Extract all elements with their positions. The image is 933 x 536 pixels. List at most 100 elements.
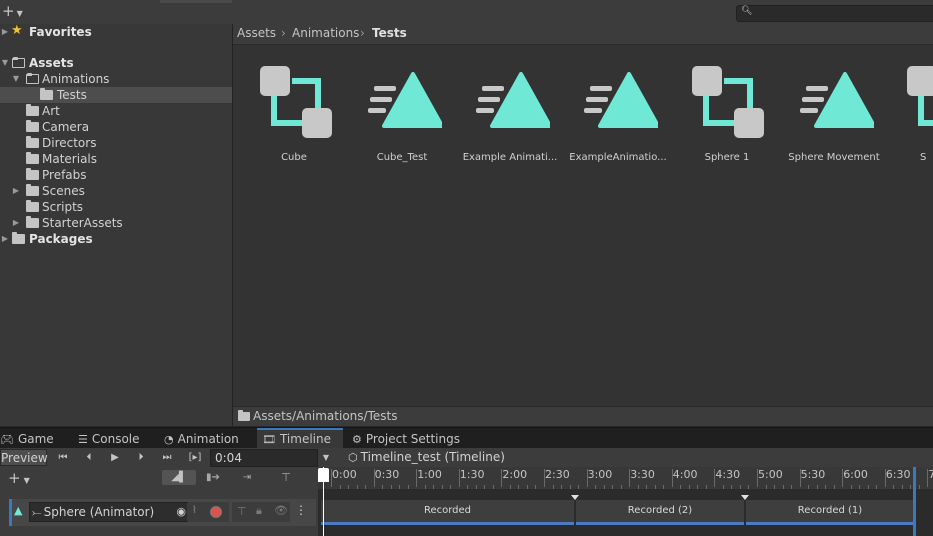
pin-icon[interactable]: ⊤ <box>276 470 296 485</box>
asset-label: Sphere Movement <box>788 152 880 163</box>
expand-arrow-icon[interactable]: ▶ <box>11 183 21 199</box>
ruler-tick-label: 1:30 <box>459 468 485 481</box>
ruler-tick-label: 6:30 <box>885 468 911 481</box>
tab-game[interactable]: 🎮︎ Game <box>0 428 72 449</box>
next-frame-icon[interactable]: ⏵ <box>131 449 151 466</box>
insert-icon[interactable]: ⇥ <box>236 470 258 485</box>
package-icon: ⬡ <box>348 451 358 464</box>
animator-controller-icon <box>260 66 332 138</box>
ruler-tick-label: 2:30 <box>545 468 570 481</box>
pin-icon[interactable]: ⊤ <box>237 505 247 518</box>
previous-frame-icon[interactable]: ⏴ <box>79 449 99 466</box>
ripple-icon[interactable]: ▮➔ <box>202 470 224 485</box>
asset-tile[interactable]: Example Animati... <box>456 58 564 168</box>
curves-icon[interactable]: ⌇ <box>192 505 197 516</box>
object-picker-icon[interactable]: ◉ <box>176 503 186 521</box>
search-input[interactable]: 🔍︎ <box>736 5 933 22</box>
tree-item-camera[interactable]: Camera <box>0 119 232 135</box>
tree-item-art[interactable]: Art <box>0 103 232 119</box>
tree-item-materials[interactable]: Materials <box>0 151 232 167</box>
tree-item-starterassets[interactable]: ▶ StarterAssets <box>0 215 232 231</box>
tab-console[interactable]: ☰ Console <box>78 428 162 449</box>
breadcrumb: Assets › Animations › Tests <box>233 24 933 45</box>
folder-icon <box>26 152 39 164</box>
breadcrumb-item[interactable]: Animations <box>292 26 359 40</box>
lock-icon[interactable]: 🔒︎ <box>256 504 262 518</box>
tab-project-settings[interactable]: ⚙ Project Settings <box>352 428 467 449</box>
tree-item-assets[interactable]: ▼ Assets <box>0 55 232 71</box>
folder-icon <box>238 410 250 421</box>
asset-tile[interactable]: Cube <box>240 58 348 168</box>
timeline-clip[interactable]: Recorded (2) <box>575 499 745 526</box>
record-icon[interactable] <box>210 506 222 518</box>
tree-item-animations[interactable]: ▼ Animations <box>0 71 232 87</box>
eye-icon[interactable]: 👁︎ <box>274 504 288 517</box>
expand-arrow-icon[interactable]: ▶ <box>0 231 10 247</box>
current-time-field[interactable]: 0:04 <box>210 449 318 467</box>
track-binding-field[interactable]: ⤚ Sphere (Animator) ◉ <box>29 502 191 522</box>
track-state-group: ⊤ 🔒︎ 👁︎ <box>232 502 290 522</box>
play-icon[interactable]: ▶ <box>105 449 125 466</box>
tab-timeline[interactable]: 🎞︎ Timeline <box>257 428 343 449</box>
animation-clip-icon <box>800 72 874 128</box>
playhead-handle[interactable] <box>318 468 329 482</box>
asset-tile[interactable]: ExampleAnimatio... <box>564 58 672 168</box>
window-tab-stub <box>160 0 232 3</box>
create-dropdown-button[interactable]: + ▼ <box>2 3 23 22</box>
collapse-arrow-icon[interactable]: ▼ <box>0 55 10 71</box>
collapse-arrow-icon[interactable]: ▼ <box>11 71 21 87</box>
breadcrumb-item-current[interactable]: Tests <box>372 26 407 40</box>
add-track-button[interactable]: + ▼ <box>8 469 44 487</box>
expand-arrow-icon[interactable]: ▶ <box>0 24 10 40</box>
star-icon: ★ <box>11 23 23 38</box>
time-ruler[interactable]: 0:00 0:30 1:00 1:30 2:00 2:30 3:00 3:30 4:00 4:30… <box>318 467 933 490</box>
blend-marker-icon <box>571 495 579 500</box>
folder-icon <box>26 104 39 116</box>
project-toolbar: + ▼ 🔍︎ <box>0 0 933 25</box>
path-status-bar: Assets/Animations/Tests <box>233 406 933 426</box>
chevron-down-icon[interactable]: ▼ <box>318 449 334 466</box>
clip-bar <box>576 522 744 525</box>
asset-tile[interactable]: Cube_Test <box>348 58 456 168</box>
clip-bar <box>746 522 914 525</box>
go-to-start-icon[interactable]: ⏮ <box>53 449 73 466</box>
tree-item-packages[interactable]: ▶ Packages <box>0 231 232 247</box>
ruler-tick-label: 1:00 <box>417 468 442 481</box>
play-range-icon[interactable]: [▸] <box>183 449 207 466</box>
timeline-end-marker[interactable] <box>913 467 916 536</box>
ruler-tick-label: 6:00 <box>843 468 868 481</box>
snap-icon[interactable]: ◢▌ <box>162 470 196 485</box>
tree-item-directors[interactable]: Directors <box>0 135 232 151</box>
animation-track-icon: ▲ <box>14 504 23 517</box>
asset-label: S <box>920 152 927 163</box>
animation-track-row[interactable]: ▲ ⤚ Sphere (Animator) ◉ ⌇ ⊤ 🔒︎ 👁︎ ⋮ <box>9 499 316 526</box>
tree-item-favorites[interactable]: ▶ ★ Favorites <box>0 23 232 40</box>
tree-item-prefabs[interactable]: Prefabs <box>0 167 232 183</box>
folder-icon <box>26 216 39 228</box>
bottom-tab-bar: 🎮︎ Game ☰ Console ◔ Animation 🎞︎ Timeline ⚙ P… <box>0 427 933 449</box>
preview-button[interactable]: Preview <box>0 449 48 466</box>
ruler-tick-label: 3:30 <box>630 468 655 481</box>
expand-arrow-icon[interactable]: ▶ <box>11 215 21 231</box>
search-icon: 🔍︎ <box>741 6 753 16</box>
animator-controller-icon <box>907 66 933 126</box>
go-to-end-icon[interactable]: ⏭ <box>157 449 177 466</box>
timeline-clip[interactable]: Recorded <box>320 499 575 526</box>
tree-item-scripts[interactable]: Scripts <box>0 199 232 215</box>
timeline-asset-selector[interactable]: ⬡ Timeline_test (Timeline) <box>348 449 505 466</box>
animator-icon: ⤚ <box>32 505 42 519</box>
folder-icon <box>26 184 39 196</box>
asset-label: Cube_Test <box>376 152 428 163</box>
breadcrumb-item[interactable]: Assets <box>237 26 276 40</box>
chevron-right-icon: › <box>360 26 365 40</box>
ruler-tick-label: 2:00 <box>502 468 528 481</box>
asset-tile[interactable]: S <box>888 58 933 168</box>
timeline-clip[interactable]: Recorded (1) <box>745 499 915 526</box>
more-options-icon[interactable]: ⋮ <box>295 503 307 517</box>
tab-animation[interactable]: ◔ Animation <box>164 428 254 449</box>
asset-tile[interactable]: Sphere Movement <box>780 58 888 168</box>
animation-clip-icon <box>368 72 442 128</box>
tree-item-scenes[interactable]: ▶ Scenes <box>0 183 232 199</box>
asset-tile[interactable]: Sphere 1 <box>673 58 781 168</box>
tree-item-tests[interactable]: Tests <box>0 87 232 103</box>
